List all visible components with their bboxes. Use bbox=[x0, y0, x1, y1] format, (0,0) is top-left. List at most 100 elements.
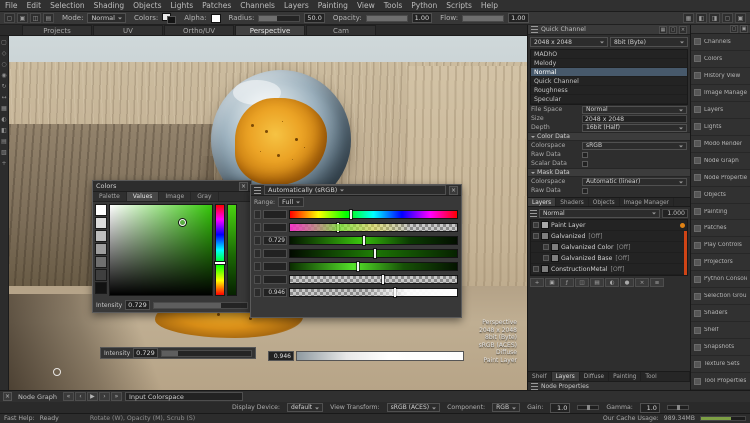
toolbar-icon[interactable]: ▣ bbox=[735, 13, 746, 23]
palette-item[interactable]: Colors bbox=[691, 51, 750, 68]
gamma-slider[interactable] bbox=[667, 405, 689, 410]
node-graph-tab[interactable]: Node Graph bbox=[15, 393, 60, 401]
picker-crosshair-icon[interactable] bbox=[179, 219, 186, 226]
flow-field[interactable]: 1.00 bbox=[508, 13, 528, 23]
palette-item[interactable]: Lights bbox=[691, 119, 750, 136]
layer-row[interactable]: Galvanized [Off] bbox=[531, 231, 687, 242]
palette-item[interactable]: Texture Sets bbox=[691, 356, 750, 373]
gradient-marker[interactable] bbox=[394, 288, 396, 297]
menu-item[interactable]: Painting bbox=[318, 1, 348, 10]
colors-tab[interactable]: Palette bbox=[93, 192, 127, 201]
gradient-marker[interactable] bbox=[337, 223, 339, 232]
gradient-marker[interactable] bbox=[363, 236, 365, 245]
color-swatch[interactable] bbox=[95, 282, 107, 294]
channel-row[interactable]: Normal bbox=[531, 68, 687, 77]
dock-tab[interactable]: Tool Properties bbox=[641, 372, 690, 381]
shade-strip[interactable] bbox=[227, 204, 237, 296]
layer-row[interactable]: Galvanized Color [Off] bbox=[531, 242, 687, 253]
tool-icon[interactable]: ◉ bbox=[1, 72, 8, 79]
layer-opacity-field[interactable]: 1.000 bbox=[662, 209, 688, 218]
gradient-marker[interactable] bbox=[357, 262, 359, 271]
gradient-bar[interactable] bbox=[289, 262, 458, 271]
dock-pane-tab[interactable]: Objects bbox=[589, 198, 620, 206]
palette-item[interactable]: Python Console bbox=[691, 271, 750, 288]
intensity-slider[interactable] bbox=[161, 350, 252, 357]
dock-tab[interactable]: Layers bbox=[552, 372, 580, 381]
row-value-field[interactable] bbox=[263, 275, 287, 284]
toolbar-icon[interactable]: ◫ bbox=[30, 13, 41, 23]
layer-action-icon[interactable]: + bbox=[530, 278, 544, 287]
radius-slider[interactable] bbox=[258, 15, 300, 22]
size-field[interactable]: 2048 x 2048 bbox=[582, 115, 687, 123]
row-options-button[interactable] bbox=[254, 223, 261, 232]
close-icon[interactable]: × bbox=[239, 182, 248, 191]
layer-row[interactable]: Paint Layer bbox=[531, 220, 687, 231]
channel-row[interactable]: Specular bbox=[531, 95, 687, 104]
alpha-swatch[interactable] bbox=[211, 14, 221, 23]
viewport-tab[interactable]: Perspective bbox=[235, 25, 305, 35]
channel-depth-dropdown[interactable]: 8bit (Byte) bbox=[610, 37, 688, 47]
channels-panel-header[interactable]: Quick Channel ▦▢× bbox=[528, 25, 690, 35]
row-options-button[interactable] bbox=[254, 236, 261, 245]
viewport-tab[interactable]: Ortho/UV bbox=[164, 25, 234, 35]
color-swatch[interactable] bbox=[95, 269, 107, 281]
radius-field[interactable]: 50.0 bbox=[304, 13, 324, 23]
toolbar-icon[interactable]: ▦ bbox=[683, 13, 694, 23]
row-value-field[interactable] bbox=[263, 262, 287, 271]
mask-data-section[interactable]: Mask Data bbox=[528, 168, 690, 177]
palette-item[interactable]: Play Controls bbox=[691, 237, 750, 254]
dock-pane-tab[interactable]: Image Manager bbox=[620, 198, 674, 206]
gamma-field[interactable]: 1.0 bbox=[640, 403, 660, 413]
palette-item[interactable]: Painting bbox=[691, 204, 750, 221]
tool-icon[interactable]: ◇ bbox=[1, 50, 8, 57]
row-value-field[interactable] bbox=[263, 223, 287, 232]
panel-header-icon[interactable]: × bbox=[679, 26, 687, 34]
tool-icon[interactable]: ○ bbox=[1, 61, 8, 68]
background-color-swatch[interactable] bbox=[167, 16, 176, 24]
color-data-section[interactable]: Color Data bbox=[528, 132, 690, 141]
palette-item[interactable]: Patches bbox=[691, 220, 750, 237]
palette-item[interactable]: Node Graph bbox=[691, 153, 750, 170]
transport-button[interactable]: » bbox=[111, 392, 122, 401]
mask-colorspace-dropdown[interactable]: Automatic (linear) bbox=[582, 178, 687, 186]
input-colorspace-field[interactable]: Input Colorspace bbox=[125, 392, 243, 401]
gradient-bar[interactable] bbox=[289, 275, 458, 284]
color-swatch[interactable] bbox=[95, 256, 107, 268]
color-swatch[interactable] bbox=[95, 243, 107, 255]
menu-item[interactable]: Tools bbox=[384, 1, 402, 10]
palette-item[interactable]: Node Properties bbox=[691, 170, 750, 187]
menu-item[interactable]: Help bbox=[481, 1, 498, 10]
panel-header-icon[interactable]: ▢ bbox=[669, 26, 677, 34]
layer-visibility-toggle[interactable] bbox=[533, 222, 539, 228]
tool-icon[interactable]: ↻ bbox=[1, 83, 8, 90]
menu-item[interactable]: Python bbox=[411, 1, 437, 10]
viewport-tab[interactable]: UV bbox=[93, 25, 163, 35]
menu-item[interactable]: Edit bbox=[27, 1, 42, 10]
gain-slider[interactable] bbox=[577, 405, 599, 410]
toolbar-icon[interactable]: ▤ bbox=[43, 13, 54, 23]
intensity-field[interactable]: 0.729 bbox=[133, 348, 158, 358]
palette-item[interactable]: Shaders bbox=[691, 305, 750, 322]
row-options-button[interactable] bbox=[254, 262, 261, 271]
menu-item[interactable]: Layers bbox=[284, 1, 309, 10]
palette-item[interactable]: Modo Render bbox=[691, 136, 750, 153]
layer-visibility-toggle[interactable] bbox=[543, 244, 549, 250]
dock-pane-tab[interactable]: Shaders bbox=[556, 198, 589, 206]
dock-pane-tab[interactable]: Layers bbox=[528, 198, 556, 206]
color-swatch[interactable] bbox=[95, 204, 107, 216]
layer-visibility-toggle[interactable] bbox=[543, 255, 549, 261]
channel-row[interactable]: MADhO bbox=[531, 50, 687, 59]
mask-raw-checkbox[interactable] bbox=[582, 188, 588, 194]
transport-button[interactable]: › bbox=[99, 392, 110, 401]
depth-dropdown[interactable]: 16bit (Half) bbox=[582, 124, 687, 132]
menu-item[interactable]: File bbox=[5, 1, 18, 10]
mode-dropdown[interactable]: Normal bbox=[87, 13, 126, 23]
gradient-marker[interactable] bbox=[350, 210, 352, 219]
layer-action-icon[interactable]: ▤ bbox=[590, 278, 604, 287]
menu-icon[interactable] bbox=[531, 383, 538, 390]
row-options-button[interactable] bbox=[254, 210, 261, 219]
blend-mode-dropdown[interactable]: Normal bbox=[539, 209, 660, 218]
gradient-bar[interactable] bbox=[289, 210, 458, 219]
gradient-marker[interactable] bbox=[382, 275, 384, 284]
row-options-button[interactable] bbox=[254, 275, 261, 284]
